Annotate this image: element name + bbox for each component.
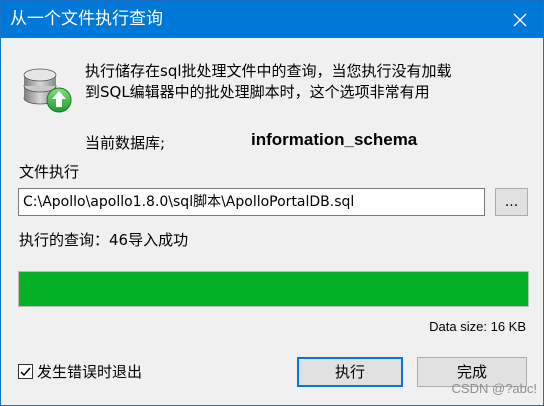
status-text: 执行的查询：46导入成功 [19, 231, 189, 249]
close-icon [513, 13, 527, 26]
watermark-text: CSDN @?abc! [451, 381, 537, 396]
progress-fill [19, 272, 528, 306]
database-upload-icon [23, 68, 72, 113]
file-exec-label: 文件执行 [19, 163, 80, 181]
file-path-input[interactable]: C:\Apollo\apollo1.8.0\sql脚本\ApolloPortal… [18, 188, 485, 216]
execute-button[interactable]: 执行 [297, 357, 403, 387]
exit-on-error-label: 发生错误时退出 [37, 363, 143, 381]
checkmark-icon [20, 367, 31, 377]
current-db-label: 当前数据库; [85, 134, 166, 152]
browse-button[interactable]: ... [495, 188, 528, 216]
description-line-1: 执行储存在sql批处理文件中的查询，当您执行没有加载 [85, 62, 452, 80]
window-title: 从一个文件执行查询 [10, 9, 163, 29]
description-text: 执行储存在sql批处理文件中的查询，当您执行没有加载 到SQL编辑器中的批处理脚… [85, 61, 525, 103]
description-line-2: 到SQL编辑器中的批处理脚本时，这个选项非常有用 [85, 83, 430, 101]
data-size-text: Data size: 16 KB [429, 319, 526, 334]
current-db-value: information_schema [251, 130, 418, 149]
dialog-window: 从一个文件执行查询 执行储存在sql批处理文件中的查询，当您执行没有加载 到SQ… [0, 0, 544, 406]
exit-on-error-option[interactable]: 发生错误时退出 [18, 361, 142, 382]
exit-on-error-checkbox[interactable] [18, 364, 33, 379]
progress-bar [18, 271, 529, 307]
close-button[interactable] [497, 1, 543, 38]
title-bar[interactable]: 从一个文件执行查询 [1, 1, 543, 38]
